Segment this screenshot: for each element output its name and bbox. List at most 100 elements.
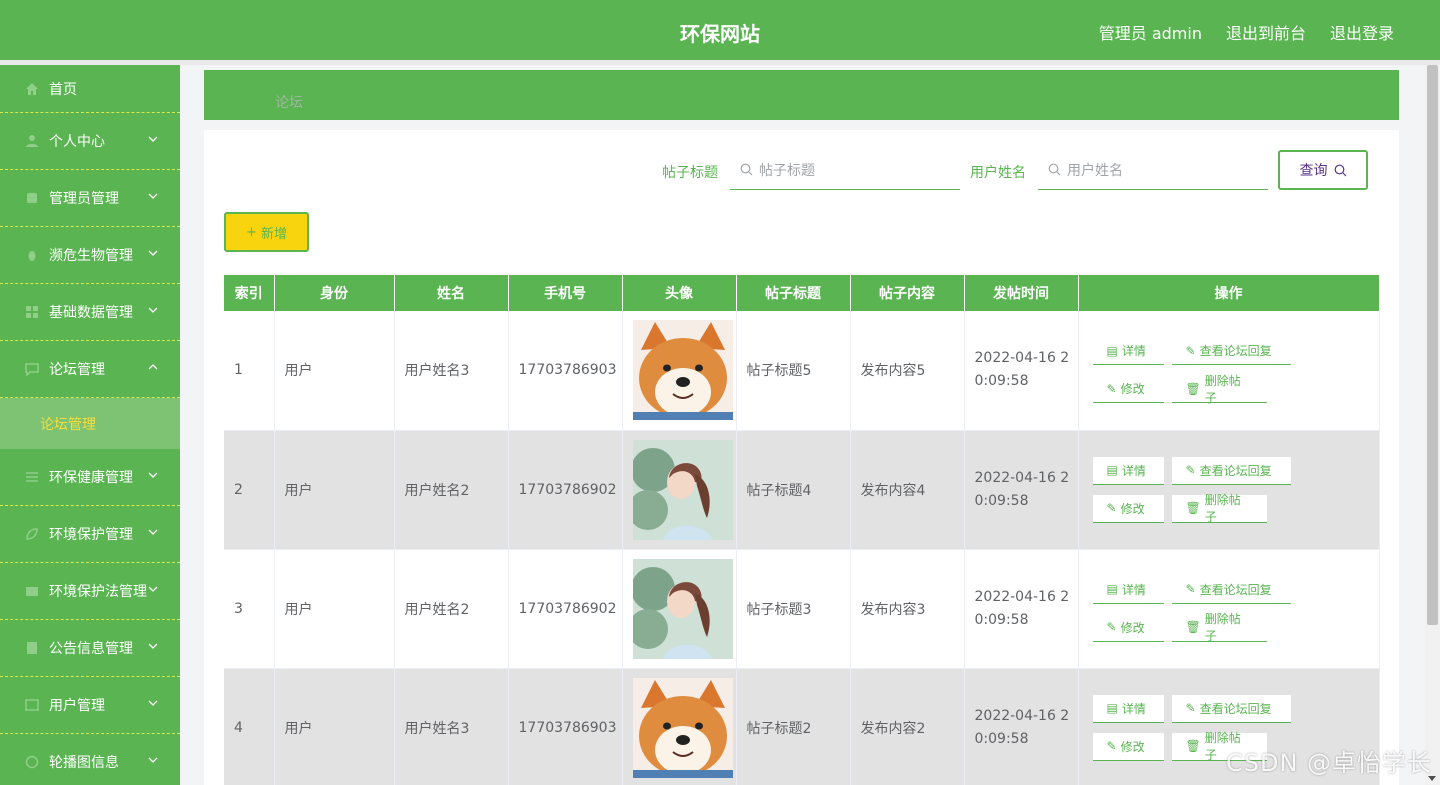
- breadcrumb-item[interactable]: 论坛: [275, 92, 303, 112]
- avatar[interactable]: [632, 677, 736, 778]
- cell-actions: ▤ 详情 ✎ 查看论坛回复 ✎ 修改 🗑 删除帖子: [1078, 430, 1380, 550]
- sidebar-item-carousel[interactable]: 轮播图信息: [0, 734, 180, 785]
- trash-icon: 🗑: [1185, 381, 1201, 396]
- pencil-icon: ✎: [1185, 343, 1196, 358]
- sidebar-item-env-law[interactable]: 环境保护法管理: [0, 563, 180, 620]
- chevron-down-icon: [148, 307, 158, 313]
- cell-post-content: 发布内容2: [850, 668, 965, 785]
- sidebar-item-home[interactable]: 首页: [0, 65, 180, 113]
- search-icon: [1334, 164, 1346, 176]
- cell-name: 用户姓名2: [394, 549, 509, 669]
- image-icon: [24, 754, 40, 770]
- user-name-label: 用户姓名: [970, 165, 1026, 181]
- edit-button-label: 修改: [1120, 501, 1145, 516]
- edit-button[interactable]: ✎ 修改: [1092, 494, 1164, 523]
- post-time-text: 2022-04-16 20:09:58: [974, 350, 1070, 390]
- sidebar-item-label: 用户管理: [49, 698, 105, 714]
- sidebar-item-eco-health[interactable]: 环保健康管理: [0, 449, 180, 506]
- exit-to-front-link[interactable]: 退出到前台: [1226, 20, 1306, 44]
- sidebar-item-label: 公告信息管理: [49, 641, 133, 657]
- cell-identity: 用户: [274, 311, 395, 431]
- detail-button[interactable]: ▤ 详情: [1092, 337, 1164, 366]
- post-title-input[interactable]: 帖子标题: [730, 150, 960, 190]
- sidebar-item-label: 论坛管理: [49, 362, 105, 378]
- avatar[interactable]: [632, 439, 736, 540]
- delete-post-button-label: 删除帖子: [1204, 373, 1241, 405]
- edit-button-label: 修改: [1120, 739, 1145, 754]
- detail-button[interactable]: ▤ 详情: [1092, 456, 1164, 485]
- add-button-label: 新增: [260, 226, 287, 242]
- view-replies-button[interactable]: ✎ 查看论坛回复: [1171, 694, 1291, 723]
- sidebar: 首页 个人中心 管理员管理 濒危生物管理 基础数据管理 论坛管理 论坛管理 环保…: [0, 65, 180, 785]
- cell-index: 1: [224, 311, 275, 431]
- chevron-down-icon: [148, 757, 158, 763]
- row-actions: ▤ 详情 ✎ 查看论坛回复 ✎ 修改 🗑 删除帖子: [1089, 337, 1379, 405]
- sidebar-item-users[interactable]: 用户管理: [0, 677, 180, 734]
- document-icon: ▤: [1106, 701, 1118, 715]
- sidebar-item-admin[interactable]: 管理员管理: [0, 170, 180, 227]
- delete-post-button[interactable]: 🗑 删除帖子: [1171, 373, 1267, 405]
- sidebar-item-endangered[interactable]: 濒危生物管理: [0, 227, 180, 284]
- sidebar-item-label: 环境保护法管理: [49, 584, 147, 600]
- post-time-text: 2022-04-16 20:09:58: [974, 588, 1070, 628]
- edit-button[interactable]: ✎ 修改: [1092, 732, 1164, 761]
- detail-button[interactable]: ▤ 详情: [1092, 575, 1164, 604]
- avatar[interactable]: [632, 320, 736, 421]
- sidebar-item-env-protection[interactable]: 环境保护管理: [0, 506, 180, 563]
- cell-index: 2: [224, 430, 275, 550]
- detail-button[interactable]: ▤ 详情: [1092, 694, 1164, 723]
- cell-actions: ▤ 详情 ✎ 查看论坛回复 ✎ 修改 🗑 删除帖子: [1078, 311, 1380, 431]
- pencil-icon: ✎: [1185, 701, 1196, 715]
- pencil-icon: ✎: [1185, 582, 1196, 596]
- watermark: CSDN @卓怡学长: [1226, 749, 1433, 777]
- edit-button[interactable]: ✎ 修改: [1092, 375, 1164, 404]
- logout-link[interactable]: 退出登录: [1330, 20, 1394, 44]
- user-name-input[interactable]: 用户姓名: [1038, 150, 1268, 190]
- cell-post-content: 发布内容4: [850, 430, 965, 550]
- view-replies-button-label: 查看论坛回复: [1199, 582, 1272, 597]
- notice-icon: [24, 640, 40, 656]
- column-header: 姓名: [394, 275, 509, 311]
- delete-post-button[interactable]: 🗑 删除帖子: [1171, 612, 1267, 643]
- chevron-down-icon: [148, 250, 158, 256]
- scrollbar-thumb[interactable]: [1427, 65, 1438, 625]
- sidebar-item-notice[interactable]: 公告信息管理: [0, 620, 180, 677]
- content-panel: 帖子标题 帖子标题 用户姓名 用户姓名 查询 + 新增 索引 身份 姓名 手机号…: [204, 130, 1399, 785]
- sidebar-item-personal-center[interactable]: 个人中心: [0, 113, 180, 170]
- sidebar-item-forum[interactable]: 论坛管理: [0, 341, 180, 398]
- forum-table: 索引 身份 姓名 手机号 头像 帖子标题 帖子内容 发帖时间 操作 1 用户 用户姓…: [224, 275, 1380, 785]
- sidebar-subitem-forum-manage[interactable]: 论坛管理: [0, 398, 180, 449]
- column-header: 发帖时间: [964, 275, 1079, 311]
- sidebar-item-base-data[interactable]: 基础数据管理: [0, 284, 180, 341]
- pencil-icon: ✎: [1106, 381, 1117, 396]
- user-name-placeholder: 用户姓名: [1067, 162, 1123, 179]
- admin-user-label[interactable]: 管理员 admin: [1099, 20, 1202, 44]
- trash-icon: 🗑: [1185, 501, 1201, 515]
- view-replies-button[interactable]: ✎ 查看论坛回复: [1171, 575, 1291, 604]
- view-replies-button[interactable]: ✎ 查看论坛回复: [1171, 456, 1291, 485]
- vertical-scrollbar[interactable]: [1425, 65, 1440, 785]
- search-bar: 帖子标题 帖子标题 用户姓名 用户姓名 查询: [204, 150, 1399, 190]
- detail-button-label: 详情: [1121, 582, 1146, 597]
- add-button[interactable]: + 新增: [224, 212, 309, 252]
- chevron-down-icon: [148, 586, 158, 592]
- cell-identity: 用户: [274, 549, 395, 669]
- view-replies-button[interactable]: ✎ 查看论坛回复: [1171, 337, 1291, 366]
- cell-post-content: 发布内容3: [850, 549, 965, 669]
- cell-name: 用户姓名2: [394, 430, 509, 550]
- delete-post-button[interactable]: 🗑 删除帖子: [1171, 493, 1267, 524]
- plus-icon: +: [246, 224, 257, 240]
- column-header: 操作: [1078, 275, 1380, 311]
- query-button[interactable]: 查询: [1278, 150, 1368, 190]
- list-icon: [24, 469, 40, 485]
- search-icon: [1048, 163, 1061, 176]
- edit-button[interactable]: ✎ 修改: [1092, 613, 1164, 642]
- search-icon: [740, 163, 753, 176]
- detail-button-label: 详情: [1121, 463, 1146, 478]
- cell-post-title: 帖子标题3: [736, 549, 851, 669]
- table-row: 1 用户 用户姓名3 17703786903 帖子标题5 发布内容5 2022-04-16 …: [224, 311, 1380, 431]
- avatar[interactable]: [632, 558, 736, 659]
- cell-post-title: 帖子标题5: [736, 311, 851, 431]
- delete-post-button-label: 删除帖子: [1204, 493, 1241, 524]
- edit-button-label: 修改: [1120, 620, 1145, 635]
